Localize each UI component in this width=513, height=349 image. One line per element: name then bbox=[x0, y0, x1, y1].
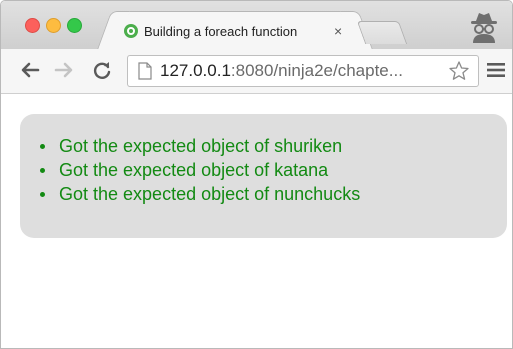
incognito-icon bbox=[471, 13, 497, 43]
reload-icon[interactable] bbox=[91, 59, 113, 81]
browser-window: Building a foreach function × 127.0.0.1:… bbox=[0, 0, 513, 349]
close-icon[interactable]: × bbox=[334, 23, 342, 39]
page-icon bbox=[138, 62, 152, 80]
url-path: :8080/ninja2e/chapte... bbox=[230, 61, 403, 80]
new-tab-button[interactable] bbox=[356, 21, 408, 44]
address-bar[interactable]: 127.0.0.1:8080/ninja2e/chapte... bbox=[127, 55, 479, 87]
result-text: Got the expected object of shuriken bbox=[59, 136, 343, 156]
list-item: Got the expected object of katana bbox=[40, 158, 507, 182]
list-item: Got the expected object of nunchucks bbox=[40, 182, 507, 206]
result-text: Got the expected object of katana bbox=[59, 160, 329, 180]
back-icon[interactable] bbox=[19, 59, 41, 81]
star-icon[interactable] bbox=[448, 60, 470, 82]
close-window-button[interactable] bbox=[25, 18, 40, 33]
tab-active[interactable]: Building a foreach function × bbox=[113, 11, 357, 50]
results-panel: Got the expected object of shuriken Got … bbox=[20, 114, 507, 238]
tab-strip: Building a foreach function × bbox=[1, 1, 512, 50]
favicon-icon bbox=[124, 24, 138, 38]
url-text: 127.0.0.1:8080/ninja2e/chapte... bbox=[160, 61, 403, 81]
result-text: Got the expected object of nunchucks bbox=[59, 184, 361, 204]
minimize-window-button[interactable] bbox=[46, 18, 61, 33]
results-list: Got the expected object of shuriken Got … bbox=[20, 114, 507, 206]
forward-icon[interactable] bbox=[53, 59, 75, 81]
list-item: Got the expected object of shuriken bbox=[40, 134, 507, 158]
browser-toolbar: 127.0.0.1:8080/ninja2e/chapte... bbox=[1, 49, 512, 94]
menu-icon[interactable] bbox=[487, 62, 505, 78]
page-content: Got the expected object of shuriken Got … bbox=[1, 94, 512, 348]
zoom-window-button[interactable] bbox=[67, 18, 82, 33]
url-host: 127.0.0.1 bbox=[160, 61, 231, 80]
